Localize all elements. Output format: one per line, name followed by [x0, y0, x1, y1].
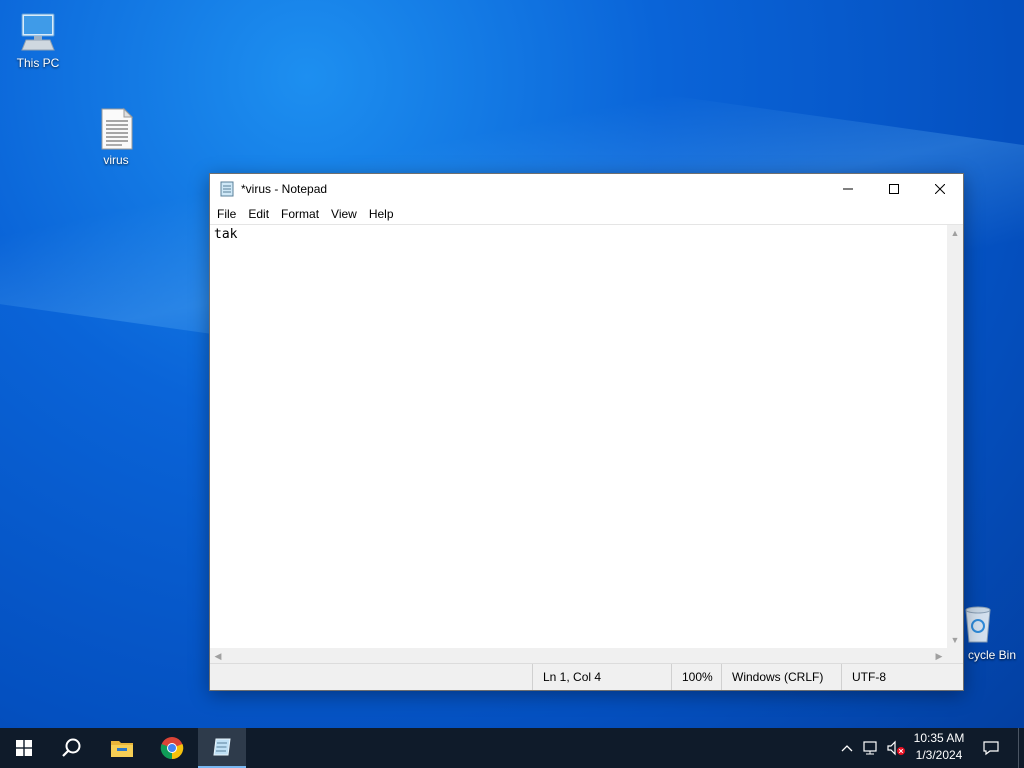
maximize-button[interactable] [871, 174, 917, 204]
chevron-up-icon [841, 745, 853, 752]
text-file-icon [101, 107, 134, 150]
notepad-icon [220, 181, 234, 197]
resize-grip[interactable] [947, 648, 963, 664]
show-hidden-icons-button[interactable] [836, 728, 858, 768]
window-title: *virus - Notepad [241, 182, 328, 196]
search-button[interactable] [48, 728, 96, 768]
notification-icon [983, 741, 999, 756]
start-button[interactable] [0, 728, 48, 768]
menu-help[interactable]: Help [364, 207, 399, 221]
volume-muted-icon [887, 740, 905, 756]
computer-icon [21, 13, 55, 51]
chrome-icon [160, 737, 184, 760]
editor-area: tak ▲ ▼ ◀ ▶ [210, 224, 963, 664]
action-center-button[interactable] [976, 728, 1006, 768]
horizontal-scrollbar[interactable]: ◀ ▶ [210, 648, 947, 664]
scroll-down-icon[interactable]: ▼ [947, 632, 963, 648]
menu-format[interactable]: Format [276, 207, 324, 221]
scroll-left-icon[interactable]: ◀ [210, 648, 226, 664]
status-encoding: UTF-8 [841, 664, 952, 690]
text-editor[interactable]: tak [210, 225, 947, 648]
folder-icon [111, 741, 133, 757]
network-button[interactable] [860, 728, 882, 768]
menu-file[interactable]: File [212, 207, 241, 221]
clock[interactable]: 10:35 AM 1/3/2024 [904, 730, 974, 764]
notepad-window: *virus - Notepad File Edit Format View H… [209, 173, 964, 691]
clock-time: 10:35 AM [913, 731, 965, 745]
close-button[interactable] [917, 174, 963, 204]
notepad-icon [213, 738, 231, 756]
desktop: This PC virus cycle Bin *virus - Notepad… [0, 0, 1024, 728]
maximize-icon [889, 184, 899, 194]
status-line-ending: Windows (CRLF) [721, 664, 832, 690]
scroll-up-icon[interactable]: ▲ [947, 225, 963, 241]
scroll-right-icon[interactable]: ▶ [931, 648, 947, 664]
windows-logo-icon [16, 740, 32, 756]
desktop-icon-label: This PC [16, 56, 60, 70]
title-bar[interactable]: *virus - Notepad [210, 174, 963, 204]
minimize-icon [843, 188, 853, 190]
close-icon [935, 184, 945, 194]
network-icon [863, 741, 877, 755]
status-bar: Ln 1, Col 4 100% Windows (CRLF) UTF-8 [210, 663, 963, 690]
file-explorer-button[interactable] [98, 728, 146, 768]
menu-view[interactable]: View [326, 207, 362, 221]
menu-edit[interactable]: Edit [243, 207, 274, 221]
desktop-icon-virus-file[interactable]: virus [78, 107, 154, 167]
desktop-icon-label: virus [103, 153, 129, 167]
notepad-taskbar-button[interactable] [198, 728, 246, 768]
chrome-button[interactable] [148, 728, 196, 768]
taskbar: 10:35 AM 1/3/2024 [0, 728, 1024, 768]
desktop-icon-this-pc[interactable]: This PC [0, 10, 76, 70]
show-desktop-button[interactable] [1018, 728, 1024, 768]
minimize-button[interactable] [825, 174, 871, 204]
status-zoom: 100% [671, 664, 722, 690]
search-icon [62, 738, 81, 757]
clock-date: 1/3/2024 [915, 748, 963, 762]
menu-bar: File Edit Format View Help [210, 204, 963, 224]
status-position: Ln 1, Col 4 [532, 664, 671, 690]
vertical-scrollbar[interactable]: ▲ ▼ [947, 225, 963, 648]
